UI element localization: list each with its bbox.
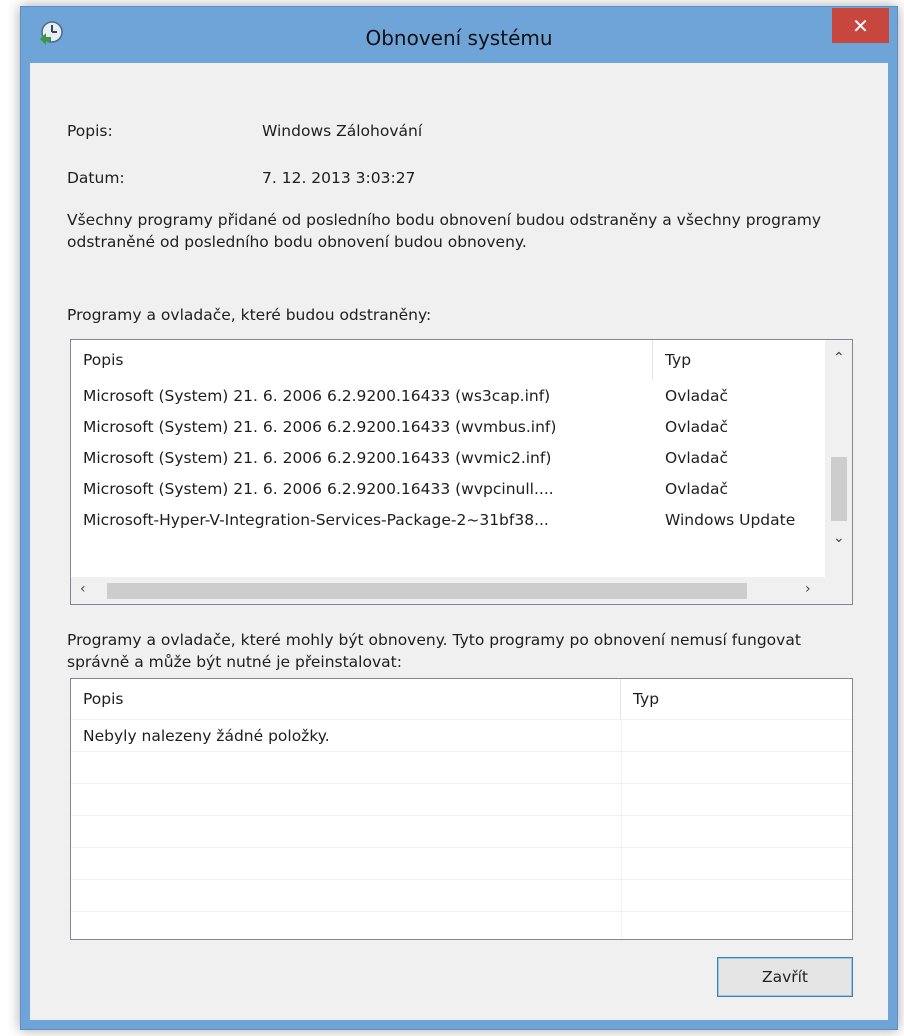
date-value: 7. 12. 2013 3:03:27 — [262, 169, 416, 187]
scroll-up-icon[interactable]: ⌃ — [833, 350, 845, 366]
row-typ: Ovladač — [665, 417, 729, 436]
window-title: Obnovení systému — [365, 26, 553, 50]
scroll-down-icon[interactable]: ⌄ — [833, 530, 845, 546]
description-label: Popis: — [67, 122, 113, 140]
table-row[interactable]: Microsoft-Hyper-V-Integration-Services-P… — [71, 504, 825, 535]
restored-programs-list[interactable]: Popis Typ Nebyly nalezeny žádné položky. — [70, 678, 853, 940]
row-popis: Microsoft (System) 21. 6. 2006 6.2.9200.… — [83, 448, 552, 467]
row-typ: Ovladač — [665, 479, 729, 498]
table-row[interactable]: Microsoft (System) 21. 6. 2006 6.2.9200.… — [71, 442, 825, 473]
vertical-scrollbar[interactable]: ⌃ ⌄ — [825, 340, 852, 577]
column-header-typ[interactable]: Typ — [621, 679, 851, 719]
row-popis: Microsoft-Hyper-V-Integration-Services-P… — [83, 510, 549, 529]
horizontal-scroll-thumb[interactable] — [107, 583, 747, 599]
horizontal-scrollbar[interactable]: ‹ › — [71, 577, 825, 604]
row-typ: Ovladač — [665, 448, 729, 467]
table-row[interactable]: Microsoft (System) 21. 6. 2006 6.2.9200.… — [71, 473, 825, 504]
row-popis: Microsoft (System) 21. 6. 2006 6.2.9200.… — [83, 386, 551, 405]
row-popis: Microsoft (System) 21. 6. 2006 6.2.9200.… — [83, 479, 554, 498]
vertical-scroll-thumb[interactable] — [831, 457, 847, 521]
column-header-popis[interactable]: Popis — [71, 340, 653, 380]
table-row[interactable]: Microsoft (System) 21. 6. 2006 6.2.9200.… — [71, 411, 825, 442]
column-header-typ[interactable]: Typ — [653, 340, 825, 380]
table-row[interactable]: Microsoft (System) 21. 6. 2006 6.2.9200.… — [71, 380, 825, 411]
intro-text: Všechny programy přidané od posledního b… — [67, 211, 822, 251]
date-label: Datum: — [67, 169, 125, 187]
description-value: Windows Zálohování — [262, 122, 423, 140]
column-header-popis[interactable]: Popis — [71, 679, 621, 719]
row-typ: Ovladač — [665, 386, 729, 405]
row-divider — [71, 847, 852, 848]
dialog-body: Popis: Windows Zálohování Datum: 7. 12. … — [30, 63, 888, 1020]
row-divider — [71, 783, 852, 784]
removed-programs-heading: Programy a ovladače, které budou odstran… — [67, 306, 432, 324]
dialog-window: Obnovení systému ✕ Popis: Windows Záloho… — [20, 6, 898, 1030]
close-button[interactable]: Zavřít — [717, 957, 853, 997]
row-popis: Microsoft (System) 21. 6. 2006 6.2.9200.… — [83, 417, 557, 436]
removed-programs-list[interactable]: Popis Typ Microsoft (System) 21. 6. 2006… — [70, 339, 853, 605]
restored-programs-heading: Programy a ovladače, které mohly být obn… — [67, 631, 801, 671]
scroll-left-icon[interactable]: ‹ — [80, 581, 86, 597]
close-icon: ✕ — [852, 13, 869, 38]
row-typ: Windows Update — [665, 510, 796, 529]
empty-list-message: Nebyly nalezeny žádné položky. — [83, 726, 330, 745]
column-divider — [621, 719, 622, 939]
row-divider — [71, 879, 852, 880]
row-divider — [71, 751, 852, 752]
list-item: Nebyly nalezeny žádné položky. — [71, 720, 621, 751]
close-window-button[interactable]: ✕ — [832, 8, 889, 43]
scrollbar-corner — [825, 577, 852, 604]
row-divider — [71, 815, 852, 816]
scroll-right-icon[interactable]: › — [805, 581, 811, 597]
title-bar[interactable]: Obnovení systému ✕ — [21, 7, 897, 63]
row-divider — [71, 911, 852, 912]
